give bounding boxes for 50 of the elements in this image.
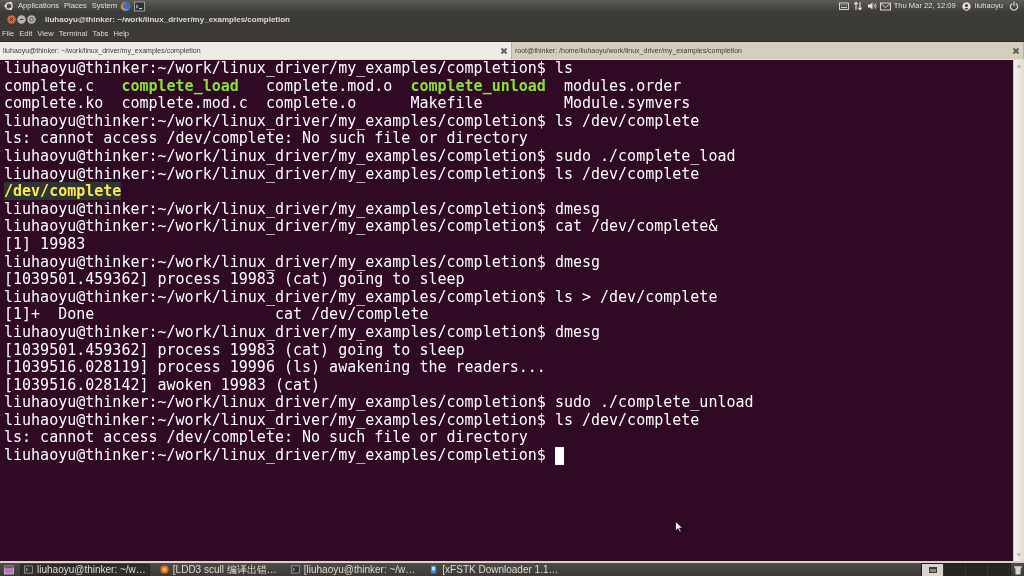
taskbar-item[interactable]: [xFSTK Downloader 1.1… — [425, 563, 563, 576]
trash-icon[interactable] — [1013, 564, 1023, 575]
window-miniature-icon — [928, 566, 937, 573]
terminal-line: liuhaoyu@thinker:~/work/linux_driver/my_examples/completion$ dmesg — [4, 200, 601, 219]
terminal-line: liuhaoyu@thinker:~/work/linux_driver/my_examples/completion$ ls > /dev/complete — [4, 288, 718, 307]
speaker-icon[interactable] — [866, 1, 877, 11]
terminal-line: [1039516.028142] awoken 19983 (cat) — [4, 376, 321, 395]
terminal-line: liuhaoyu@thinker:~/work/linux_driver/my_examples/completion$ sudo ./complete_unload — [4, 394, 754, 412]
desktop-icon[interactable] — [4, 564, 14, 575]
app-icon — [429, 565, 439, 574]
minimize-icon[interactable] — [17, 15, 26, 24]
terminal-line: liuhaoyu@thinker:~/work/linux_driver/my_examples/completion$ cat /dev/complete& — [4, 218, 718, 236]
workspace[interactable] — [922, 563, 944, 576]
terminal-icon[interactable] — [134, 0, 146, 12]
updown-arrows-icon[interactable] — [852, 1, 863, 11]
terminal-line: [1] 19983 — [4, 235, 86, 254]
close-icon[interactable] — [500, 46, 508, 55]
terminal-line: complete.ko complete.mod.c complete.o Makefile Module.symvers — [4, 95, 691, 113]
globe-icon[interactable] — [120, 0, 132, 12]
maximize-icon[interactable] — [27, 15, 36, 24]
terminal-line: liuhaoyu@thinker:~/work/linux_driver/my_examples/completion$ ls /dev/complete — [4, 112, 700, 131]
power-icon[interactable] — [1009, 1, 1019, 11]
terminal-line: [1039501.459362] process 19983 (cat) going to sleep — [4, 271, 465, 289]
envelope-icon[interactable] — [879, 0, 891, 12]
terminal-line: liuhaoyu@thinker:~/work/linux_driver/my_examples/completion$ dmesg — [4, 253, 601, 272]
terminal-icon — [24, 565, 33, 574]
terminal-line: complete.c complete_load complete.mod.o complete_unload modules.order — [4, 77, 682, 96]
terminal-line: liuhaoyu@thinker:~/work/linux_driver/my_examples/completion$ sudo ./complete_load — [4, 147, 736, 166]
terminal-line: liuhaoyu@thinker:~/work/linux_driver/my_examples/completion$ dmesg — [4, 323, 601, 342]
terminal-line: liuhaoyu@thinker:~/work/linux_driver/my_examples/completion$ ls — [4, 60, 573, 78]
terminal-line: liuhaoyu@thinker:~/work/linux_driver/my_examples/completion$ ls /dev/complete — [4, 411, 700, 430]
globe-icon — [159, 565, 169, 574]
terminal-line: ls: cannot access /dev/complete: No such file or directory — [4, 130, 528, 148]
mouse-pointer-icon — [675, 521, 683, 533]
terminal-icon — [290, 565, 300, 574]
terminal-line: liuhaoyu@thinker:~/work/linux_driver/my_examples/completion$ ls /dev/complete — [4, 165, 700, 184]
window-title: liuhaoyu@thinker: ~/work/linux_driver/my_examples/completion — [45, 15, 290, 24]
terminal-line: [1039516.028119] process 19996 (ls) awakening the readers... — [4, 359, 546, 377]
taskbar-item[interactable]: [liuhaoyu@thinker: ~/w… — [286, 563, 420, 576]
person-icon[interactable] — [961, 1, 971, 11]
close-icon[interactable] — [7, 15, 16, 24]
terminal-line: [1039501.459362] process 19983 (cat) going to sleep — [4, 341, 465, 360]
terminal-line: [1]+ Done cat /dev/complete — [4, 306, 429, 324]
taskbar-item[interactable]: [LDD3 scull 编译出错… — [155, 563, 281, 576]
terminal-line: liuhaoyu@thinker:~/work/linux_driver/my_examples/completion$ — [4, 447, 546, 465]
close-icon[interactable] — [1012, 46, 1020, 55]
taskbar-item[interactable]: liuhaoyu@thinker: ~/w… — [20, 563, 150, 576]
keyboard-icon[interactable] — [838, 1, 849, 11]
ring-logo-icon[interactable] — [4, 1, 14, 11]
terminal-line: ls: cannot access /dev/complete: No such file or directory — [4, 429, 528, 448]
